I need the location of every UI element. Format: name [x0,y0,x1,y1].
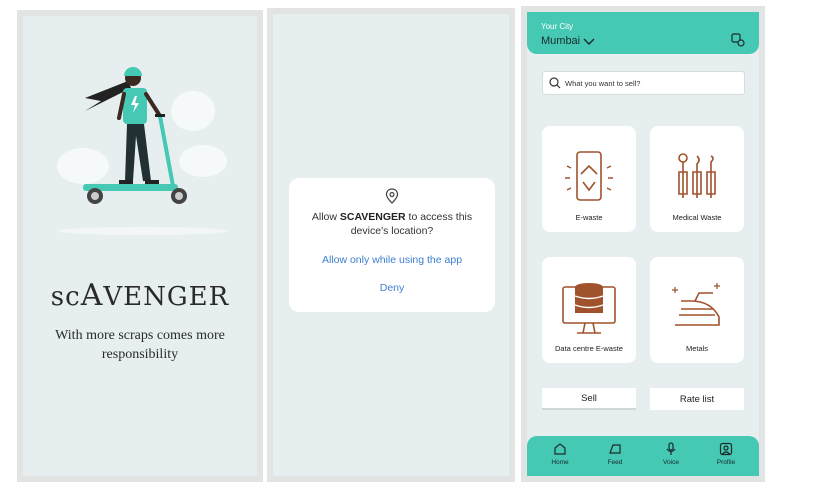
scooter-illustration [57,67,228,235]
feed-icon [609,444,621,454]
home-screen: Your City Mumbai E-waste Medical Waste [521,6,765,482]
phone-recycle-icon [565,151,613,201]
location-permission-dialog: Allow SCAVENGER to access this device's … [289,178,495,312]
bottom-navigation: Home Feed Voice Profile [527,436,759,476]
iron-icon [672,283,720,326]
city-header: Your City Mumbai [527,12,759,54]
search-input[interactable] [565,74,740,92]
permission-screen: Allow SCAVENGER to access this device's … [267,8,515,482]
home-icon [554,443,566,455]
category-e-waste[interactable]: E-waste [542,126,636,232]
allow-while-using-button[interactable]: Allow only while using the app [289,254,495,266]
city-selector[interactable]: Mumbai [541,35,580,47]
splash-screen: scAVENGER With more scraps comes more re… [17,10,263,482]
category-metals[interactable]: Metals [650,257,744,363]
profile-icon [719,442,733,456]
nav-label: Voice [663,459,679,466]
database-monitor-icon [562,283,616,334]
location-pin-icon [385,188,399,204]
app-brand-title: scAVENGER [50,278,230,313]
nav-voice[interactable]: Voice [651,442,691,472]
search-bar[interactable] [542,71,745,95]
category-label: Medical Waste [672,213,722,222]
nav-label: Home [551,459,569,466]
city-label: Your City [541,22,574,31]
app-tagline: With more scraps comes more responsibili… [55,328,225,362]
nav-home[interactable]: Home [540,442,580,472]
search-icon [549,77,561,89]
permission-message: Allow SCAVENGER to access this device's … [311,211,473,237]
category-label: Metals [685,344,709,353]
category-label: E-waste [575,213,603,222]
nav-label: Profile [716,459,736,466]
category-medical-waste[interactable]: Medical Waste [650,126,744,232]
rate-list-button[interactable]: Rate list [650,388,744,410]
category-label: Data centre E-waste [555,344,623,353]
category-data-centre-e-waste[interactable]: Data centre E-waste [542,257,636,363]
medical-tools-icon [678,153,716,198]
sell-button[interactable]: Sell [542,388,636,410]
nav-feed[interactable]: Feed [595,442,635,472]
chevron-down-icon[interactable] [583,38,595,46]
nav-profile[interactable]: Profile [706,442,746,472]
location-switch-icon[interactable] [731,33,745,47]
mic-icon [666,442,676,455]
deny-button[interactable]: Deny [289,282,495,294]
nav-label: Feed [607,459,623,466]
